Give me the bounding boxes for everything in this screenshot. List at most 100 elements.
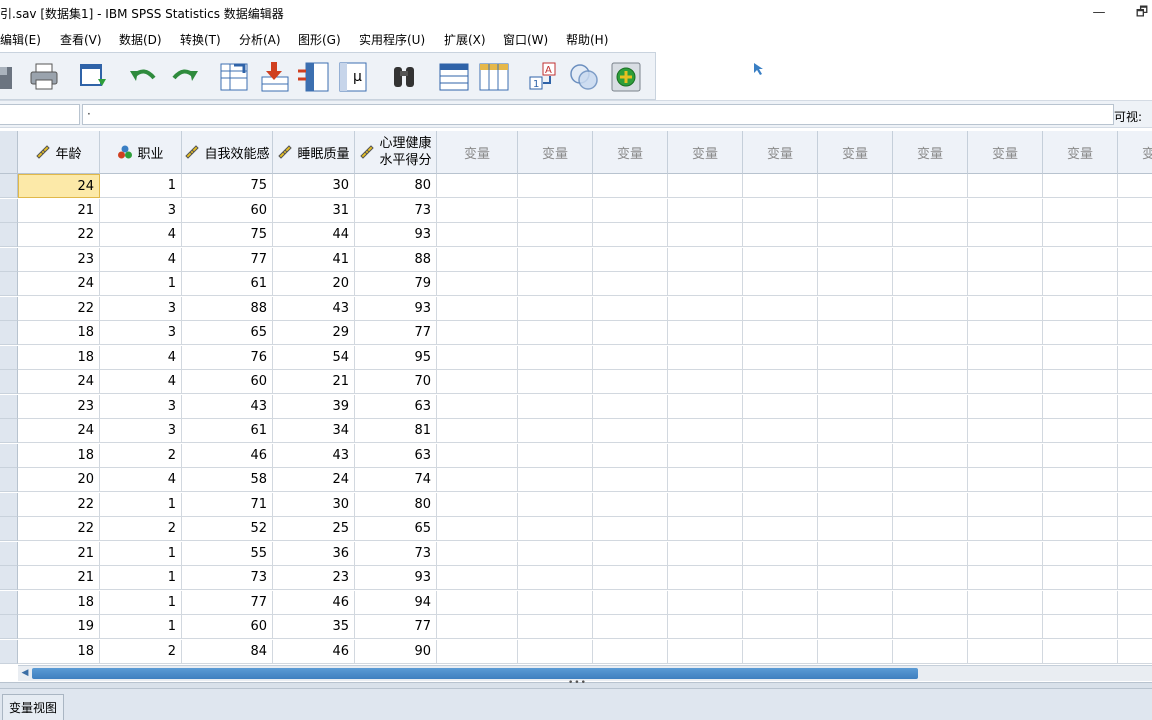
- data-cell[interactable]: 74: [355, 468, 437, 492]
- empty-cell[interactable]: [437, 517, 518, 541]
- data-cell[interactable]: 35: [273, 615, 355, 639]
- data-cell[interactable]: 46: [273, 590, 355, 615]
- data-cell[interactable]: 2: [100, 517, 182, 541]
- data-cell[interactable]: 54: [273, 345, 355, 370]
- data-cell[interactable]: 75: [182, 174, 273, 198]
- menu-window[interactable]: 窗口(W): [503, 31, 548, 48]
- insert-cases-icon[interactable]: [436, 59, 472, 93]
- data-cell[interactable]: 60: [182, 370, 273, 394]
- empty-cell[interactable]: [1043, 370, 1118, 394]
- empty-cell[interactable]: [1043, 174, 1118, 198]
- empty-cell[interactable]: [743, 321, 818, 345]
- empty-cell[interactable]: [818, 345, 893, 370]
- empty-cell[interactable]: [1043, 394, 1118, 419]
- restore-button[interactable]: 🗗: [1130, 3, 1152, 23]
- empty-cell[interactable]: [437, 468, 518, 492]
- empty-cell[interactable]: [1043, 517, 1118, 541]
- menu-graphs[interactable]: 图形(G): [298, 31, 341, 48]
- empty-cell[interactable]: [518, 517, 593, 541]
- empty-cell[interactable]: [743, 419, 818, 443]
- empty-cell[interactable]: [593, 443, 668, 468]
- empty-cell[interactable]: [437, 443, 518, 468]
- row-header[interactable]: [0, 296, 18, 321]
- empty-cell[interactable]: [893, 492, 968, 517]
- data-cell[interactable]: 70: [355, 370, 437, 394]
- data-cell[interactable]: 52: [182, 517, 273, 541]
- empty-cell[interactable]: [593, 247, 668, 272]
- goto-variable-icon[interactable]: [256, 59, 292, 93]
- empty-cell[interactable]: [518, 345, 593, 370]
- empty-cell[interactable]: [518, 370, 593, 394]
- empty-cell[interactable]: [593, 639, 668, 664]
- empty-cell[interactable]: [818, 639, 893, 664]
- scroll-left-arrow-icon[interactable]: ◀: [18, 666, 32, 681]
- empty-cell[interactable]: [968, 443, 1043, 468]
- empty-cell[interactable]: [593, 615, 668, 639]
- empty-cell[interactable]: [437, 296, 518, 321]
- data-cell[interactable]: 90: [355, 639, 437, 664]
- data-cell[interactable]: 43: [273, 443, 355, 468]
- data-cell[interactable]: 77: [182, 590, 273, 615]
- empty-cell[interactable]: [668, 272, 743, 296]
- empty-cell[interactable]: [968, 174, 1043, 198]
- column-header-empty-variable[interactable]: 变量: [518, 131, 593, 174]
- empty-cell[interactable]: [743, 345, 818, 370]
- empty-cell[interactable]: [437, 198, 518, 223]
- empty-cell[interactable]: [968, 345, 1043, 370]
- empty-cell[interactable]: [968, 321, 1043, 345]
- empty-cell[interactable]: [518, 615, 593, 639]
- empty-cell[interactable]: [593, 492, 668, 517]
- empty-cell[interactable]: [968, 370, 1043, 394]
- data-cell[interactable]: 18: [18, 321, 100, 345]
- empty-cell[interactable]: [968, 198, 1043, 223]
- data-cell[interactable]: 3: [100, 296, 182, 321]
- data-cell[interactable]: 4: [100, 468, 182, 492]
- empty-cell[interactable]: [437, 345, 518, 370]
- column-header-empty-variable[interactable]: 变量: [1118, 131, 1152, 174]
- data-cell[interactable]: 93: [355, 296, 437, 321]
- empty-cell[interactable]: [593, 394, 668, 419]
- empty-cell[interactable]: [593, 223, 668, 247]
- data-cell[interactable]: 3: [100, 394, 182, 419]
- empty-cell[interactable]: [743, 639, 818, 664]
- data-cell[interactable]: 81: [355, 419, 437, 443]
- menu-help[interactable]: 帮助(H): [566, 31, 608, 48]
- empty-cell[interactable]: [593, 370, 668, 394]
- data-cell[interactable]: 24: [273, 468, 355, 492]
- empty-cell[interactable]: [593, 174, 668, 198]
- data-cell[interactable]: 73: [355, 541, 437, 566]
- empty-cell[interactable]: [1118, 419, 1152, 443]
- data-cell[interactable]: 24: [18, 419, 100, 443]
- empty-cell[interactable]: [518, 296, 593, 321]
- empty-cell[interactable]: [668, 566, 743, 590]
- data-cell[interactable]: 76: [182, 345, 273, 370]
- menu-analyze[interactable]: 分析(A): [239, 31, 281, 48]
- empty-cell[interactable]: [593, 541, 668, 566]
- data-cell[interactable]: 73: [355, 198, 437, 223]
- empty-cell[interactable]: [893, 296, 968, 321]
- menu-view[interactable]: 查看(V): [60, 31, 102, 48]
- empty-cell[interactable]: [968, 517, 1043, 541]
- empty-cell[interactable]: [743, 468, 818, 492]
- empty-cell[interactable]: [968, 247, 1043, 272]
- empty-cell[interactable]: [818, 492, 893, 517]
- empty-cell[interactable]: [743, 443, 818, 468]
- empty-cell[interactable]: [518, 223, 593, 247]
- empty-cell[interactable]: [1043, 639, 1118, 664]
- data-cell[interactable]: 65: [355, 517, 437, 541]
- empty-cell[interactable]: [1043, 566, 1118, 590]
- empty-cell[interactable]: [743, 541, 818, 566]
- cell-reference-field[interactable]: [0, 104, 80, 125]
- data-cell[interactable]: 30: [273, 174, 355, 198]
- data-cell[interactable]: 36: [273, 541, 355, 566]
- row-header[interactable]: [0, 272, 18, 296]
- data-cell[interactable]: 46: [182, 443, 273, 468]
- empty-cell[interactable]: [893, 590, 968, 615]
- empty-cell[interactable]: [968, 590, 1043, 615]
- data-cell[interactable]: 77: [182, 247, 273, 272]
- empty-cell[interactable]: [518, 321, 593, 345]
- empty-cell[interactable]: [1043, 198, 1118, 223]
- use-variable-sets-icon[interactable]: [608, 59, 644, 93]
- menu-transform[interactable]: 转换(T): [180, 31, 221, 48]
- empty-cell[interactable]: [1043, 468, 1118, 492]
